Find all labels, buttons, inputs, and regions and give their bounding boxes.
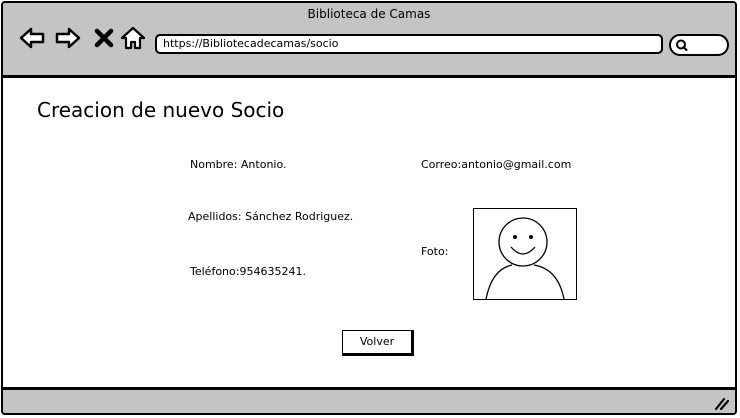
window-title: Biblioteca de Camas bbox=[307, 7, 431, 21]
back-arrow-icon[interactable] bbox=[19, 25, 45, 51]
nombre-field: Nombre: Antonio. bbox=[190, 158, 287, 171]
correo-field: Correo:antonio@gmail.com bbox=[421, 158, 572, 171]
title-bar: Biblioteca de Camas https://Bibliotecade… bbox=[3, 3, 735, 78]
apellidos-field: Apellidos: Sánchez Rodriguez. bbox=[188, 210, 354, 223]
page-content: Creacion de nuevo Socio Nombre: Antonio.… bbox=[3, 78, 735, 387]
home-icon[interactable] bbox=[120, 25, 146, 51]
status-bar bbox=[3, 387, 735, 413]
forward-arrow-icon[interactable] bbox=[55, 25, 81, 51]
photo-placeholder bbox=[473, 208, 577, 300]
close-icon[interactable] bbox=[91, 25, 117, 51]
foto-label: Foto: bbox=[421, 245, 449, 258]
back-button[interactable]: Volver bbox=[342, 330, 414, 356]
url-bar[interactable]: https://Bibliotecadecamas/socio bbox=[155, 34, 663, 54]
telefono-field: Teléfono:954635241. bbox=[190, 265, 306, 278]
user-avatar-icon bbox=[485, 217, 565, 300]
search-box[interactable] bbox=[669, 34, 729, 56]
page-title: Creacion de nuevo Socio bbox=[37, 98, 285, 122]
resize-grip-icon[interactable] bbox=[713, 396, 729, 410]
search-icon bbox=[676, 39, 688, 51]
browser-window: Biblioteca de Camas https://Bibliotecade… bbox=[1, 1, 737, 415]
